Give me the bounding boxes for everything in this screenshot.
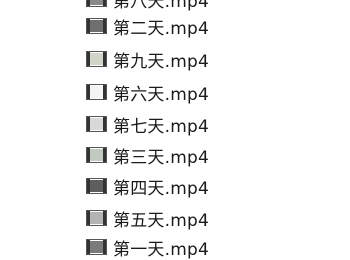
file-name: 第三天.mp4: [113, 147, 209, 168]
video-file-icon: [86, 178, 107, 194]
video-file-icon: [86, 116, 107, 132]
video-file-icon: [86, 18, 107, 34]
file-item[interactable]: 第九天.mp4: [86, 47, 209, 72]
video-file-icon: [86, 84, 107, 100]
video-file-icon: [86, 51, 107, 67]
file-item[interactable]: 第二天.mp4: [86, 14, 209, 39]
video-file-icon: [86, 239, 107, 255]
file-name: 第七天.mp4: [113, 116, 209, 137]
file-item[interactable]: 第三天.mp4: [86, 143, 209, 168]
file-list: 第八天.mp4 第二天.mp4 第九天.mp4 第六天.mp4 第七天.mp4 …: [0, 0, 350, 260]
file-name: 第四天.mp4: [113, 178, 209, 199]
file-item[interactable]: 第八天.mp4: [86, 0, 209, 12]
video-file-icon: [86, 210, 107, 226]
file-name: 第八天.mp4: [113, 0, 209, 12]
video-file-icon: [86, 0, 107, 7]
video-file-icon: [86, 147, 107, 163]
file-name: 第九天.mp4: [113, 51, 209, 72]
file-item[interactable]: 第六天.mp4: [86, 80, 209, 105]
file-item[interactable]: 第一天.mp4: [86, 235, 209, 260]
file-item[interactable]: 第七天.mp4: [86, 112, 209, 137]
file-item[interactable]: 第五天.mp4: [86, 206, 209, 231]
file-name: 第二天.mp4: [113, 18, 209, 39]
file-item[interactable]: 第四天.mp4: [86, 174, 209, 199]
file-name: 第一天.mp4: [113, 239, 209, 260]
file-name: 第五天.mp4: [113, 210, 209, 231]
file-name: 第六天.mp4: [113, 84, 209, 105]
